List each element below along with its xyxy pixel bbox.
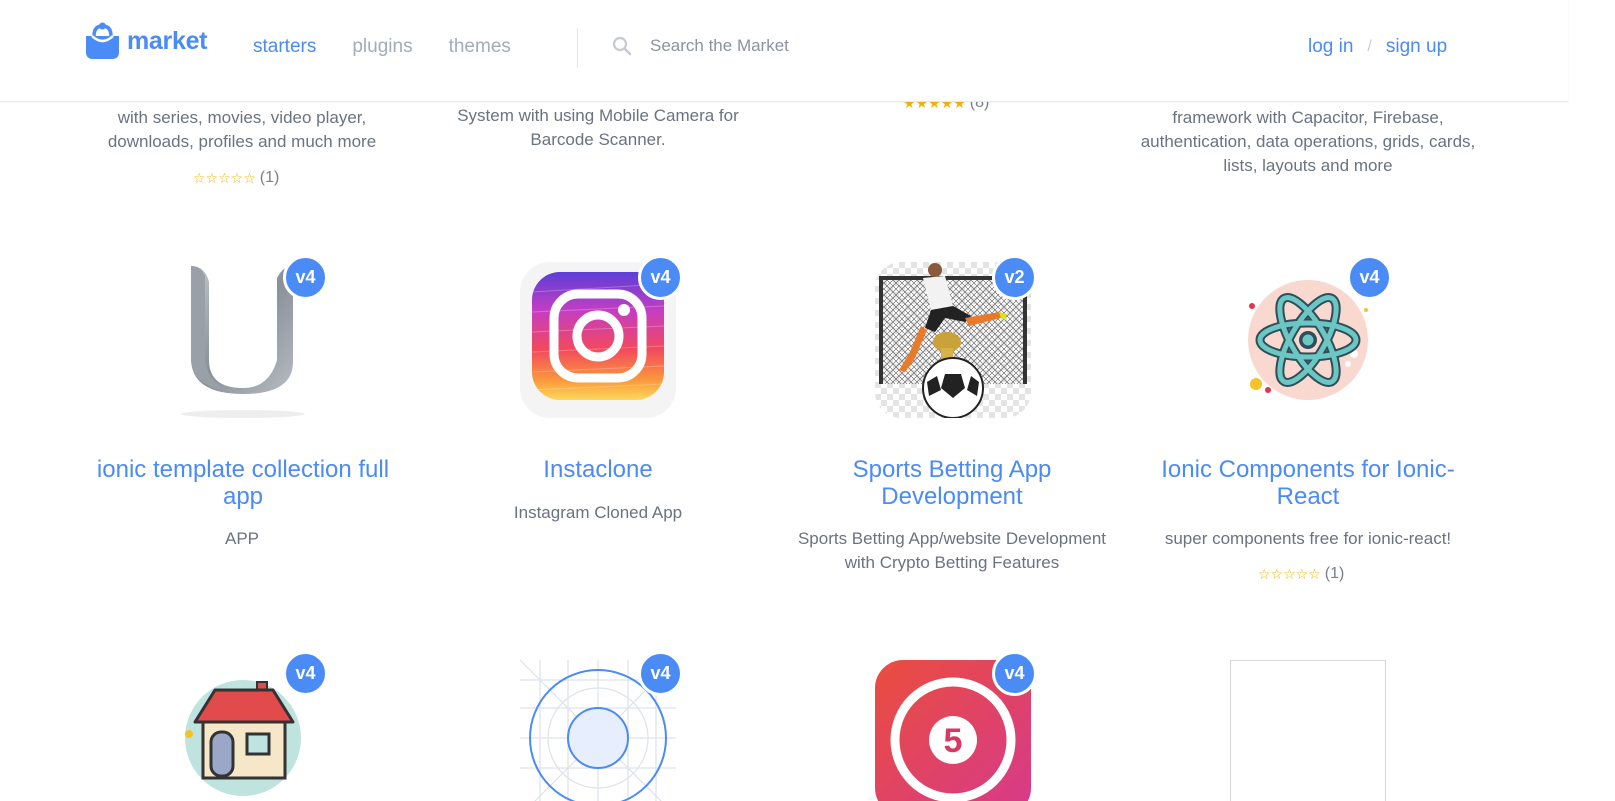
blank-thumbnail <box>1230 660 1386 801</box>
rating-count: (1) <box>259 169 280 186</box>
card-description: APP <box>224 529 260 548</box>
nav-plugins[interactable]: plugins <box>352 36 412 58</box>
signup-link[interactable]: sign up <box>1386 36 1447 58</box>
search-input[interactable] <box>650 36 950 56</box>
search-bar <box>612 36 950 56</box>
nav-divider <box>577 28 578 68</box>
login-link[interactable]: log in <box>1308 36 1353 58</box>
version-badge: v2 <box>992 255 1037 300</box>
rating-count: (1) <box>1324 565 1345 582</box>
card-description: super components free for ionic-react! <box>1164 529 1452 548</box>
star-rating-icon: ☆☆☆☆☆ <box>1258 565 1321 582</box>
star-rating-icon: ☆☆☆☆☆ <box>193 169 256 186</box>
shopping-bag-icon <box>86 22 119 59</box>
version-badge: v4 <box>283 651 328 696</box>
card-title[interactable]: Ionic Components for Ionic-React <box>1144 456 1472 510</box>
auth-links: log in / sign up <box>1308 36 1447 58</box>
nav-starters[interactable]: starters <box>253 36 316 58</box>
number-five-label: 5 <box>944 722 963 760</box>
version-badge: v4 <box>992 651 1037 696</box>
card-description: framework with Capacitor, Firebase, auth… <box>1140 108 1476 175</box>
auth-separator: / <box>1367 38 1372 55</box>
rating: ☆☆☆☆☆ (1) <box>1258 565 1344 583</box>
main-nav: starters plugins themes <box>253 36 511 58</box>
card-title[interactable]: Instaclone <box>440 456 756 483</box>
nav-themes[interactable]: themes <box>449 36 511 58</box>
search-icon <box>612 36 632 56</box>
brand-name: market <box>127 26 208 55</box>
card-title[interactable]: ionic template collection full app <box>82 456 404 510</box>
rating: ☆☆☆☆☆ (1) <box>193 169 279 187</box>
card-description: Sports Betting App/website Development w… <box>797 529 1107 572</box>
version-badge: v4 <box>1347 255 1392 300</box>
version-badge: v4 <box>638 651 683 696</box>
card-description: with series, movies, video player, downl… <box>107 108 377 151</box>
version-badge: v4 <box>283 255 328 300</box>
version-badge: v4 <box>638 255 683 300</box>
card-description: System with using Mobile Camera for Barc… <box>457 106 739 149</box>
top-navbar: market starters plugins themes log in / … <box>0 0 1568 102</box>
card-title[interactable]: Sports Betting App Development <box>794 456 1110 510</box>
card-description: Instagram Cloned App <box>513 503 683 522</box>
market-logo[interactable]: market <box>84 22 208 60</box>
